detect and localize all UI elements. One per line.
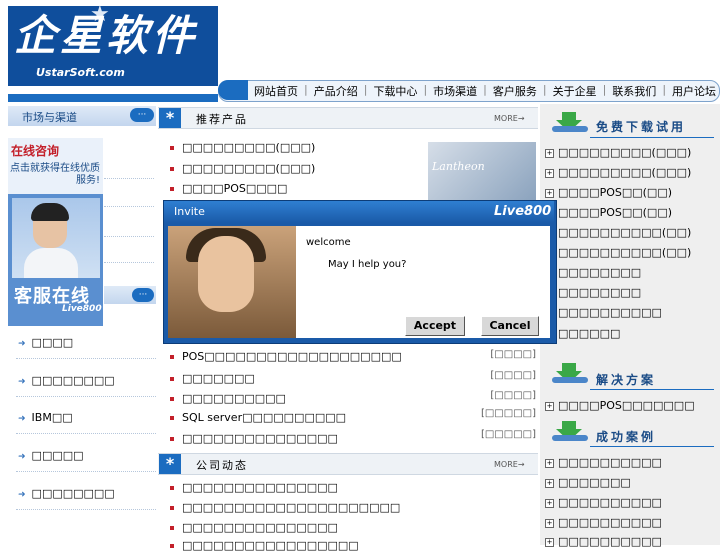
plus-icon: + [545,537,554,547]
asterisk-icon: * [159,108,181,128]
invite-title: Invite [174,205,205,218]
solution-item[interactable]: + □□□□POS□□□□□□□ [545,399,695,412]
logo-domain: UstarSoft.com [36,66,125,79]
left-list-item[interactable]: ➜ □□□□□ [18,449,156,462]
nav-home[interactable]: 网站首页 [250,83,302,99]
plus-icon: + [545,148,554,158]
arrow-icon: ➜ [18,339,26,349]
cases-title: 成功案例 [596,430,657,444]
download-arrow-icon [552,112,588,134]
plus-icon: + [545,401,554,411]
products-title: 推荐产品 [196,113,248,126]
download-item[interactable]: +□□□□□□□□ [545,266,641,279]
article-item[interactable]: □□□□□□□ [170,372,255,385]
nav-products[interactable]: 产品介绍 [310,83,362,99]
arrow-icon: ➜ [18,377,26,387]
product-item[interactable]: □□□□□□□□□(□□□) [170,162,315,175]
promo-text: Lantheon [432,160,485,173]
case-item[interactable]: + □□□□□□□ [545,476,631,489]
nav-about[interactable]: 关于企星 [549,83,601,99]
home-icon[interactable] [218,80,248,100]
more-dots-icon-2[interactable]: ··· [132,288,154,302]
arrow-icon: ➜ [18,490,26,500]
download-item[interactable]: +□□□□□□□□□□ [545,306,662,319]
download-item[interactable]: +□□□□□□□□□□(□□) [545,246,691,259]
agent-body [24,248,78,278]
more-dots-icon[interactable]: ··· [130,108,154,122]
news-more-link[interactable]: MORE→ [494,460,525,469]
download-item[interactable]: + □□□□□□□□□(□□□) [545,146,691,159]
left-section-title: 市场与渠道 [22,111,77,124]
download-item[interactable]: +□□□□POS□□(□□) [545,206,672,219]
invite-welcome: welcome [306,237,351,248]
main-nav: 网站首页 | 产品介绍 | 下载中心 | 市场渠道 | 客户服务 | 关于企星 | 联系我们… [250,83,720,99]
article-item[interactable]: POS□□□□□□□□□□□□□□□□□□□ [170,350,402,363]
online-service-desc[interactable]: 点击就获得在线优质服务! [10,163,100,187]
nav-service[interactable]: 客户服务 [489,83,541,99]
article-item[interactable]: SQL server□□□□□□□□□□ [170,411,346,424]
cases-arrow-icon [552,421,588,443]
article-tag[interactable]: [□□□□□] [470,429,536,440]
news-item[interactable]: □□□□□□□□□□□□□□□ [170,521,338,534]
case-item[interactable]: + □□□□□□□□□□ [545,456,662,469]
plus-icon: + [545,478,554,488]
news-item[interactable]: □□□□□□□□□□□□□□□ [170,481,338,494]
plus-icon: + [545,458,554,468]
download-item[interactable]: + □□□□□□□□□(□□□) [545,166,691,179]
plus-icon: + [545,518,554,528]
download-item[interactable]: +□□□□□□□□□□(□□) [545,226,691,239]
plus-icon: + [545,168,554,178]
live800-logo: Live800 [494,204,552,219]
nav-download[interactable]: 下载中心 [369,83,421,99]
online-service-title: 在线咨询 [11,144,60,158]
portrait-face [198,236,254,312]
left-list-item[interactable]: ➜ □□□□□□□□ [18,374,156,387]
article-item[interactable]: □□□□□□□□□□ [170,392,286,405]
left-list-item[interactable]: ➜ □□□□□□□□ [18,487,156,500]
logo-text: 企星软件 [14,11,199,60]
case-item[interactable]: + □□□□□□□□□□ [545,535,662,548]
products-more-link[interactable]: MORE→ [494,114,525,123]
article-item[interactable]: □□□□□□□□□□□□□□□ [170,432,338,445]
left-list-item[interactable]: ➜ □□□□ [18,336,156,349]
nav-forum[interactable]: 用户论坛 [668,83,720,99]
product-item[interactable]: □□□□POS□□□□ [170,182,287,195]
news-title: 公司动态 [196,459,248,472]
article-tag[interactable]: [□□□□] [470,390,536,401]
download-title: 免费下载试用 [596,120,687,134]
agent-hair [31,203,69,221]
plus-icon: + [545,188,554,198]
solutions-arrow-icon [552,363,588,385]
product-item[interactable]: □□□□□□□□□(□□□) [170,141,315,154]
news-item[interactable]: □□□□□□□□□□□□□□□□□ [170,539,359,552]
left-list-item[interactable]: ➜ IBM□□ [18,411,156,424]
arrow-icon: ➜ [18,414,26,424]
article-tag[interactable]: [□□□□□] [470,408,536,419]
nav-channels[interactable]: 市场渠道 [429,83,481,99]
solutions-title: 解决方案 [596,373,657,387]
invite-message: May I help you? [328,259,407,270]
article-tag[interactable]: [□□□□] [470,370,536,381]
download-item[interactable]: +□□□□POS□□(□□) [545,186,672,199]
download-item[interactable]: +□□□□□□□□ [545,286,641,299]
nav-contact[interactable]: 联系我们 [608,83,660,99]
header-strip [8,94,218,102]
arrow-icon: ➜ [18,452,26,462]
case-item[interactable]: + □□□□□□□□□□ [545,516,662,529]
cancel-button[interactable]: Cancel [481,316,539,336]
news-item[interactable]: □□□□□□□□□□□□□□□□□□□□□ [170,501,400,514]
case-item[interactable]: + □□□□□□□□□□ [545,496,662,509]
plus-icon: + [545,498,554,508]
accept-button[interactable]: Accept [405,316,465,336]
live800-badge: Live800 [62,304,102,314]
article-tag[interactable]: [□□□□] [470,349,536,360]
asterisk-icon: * [159,454,181,474]
